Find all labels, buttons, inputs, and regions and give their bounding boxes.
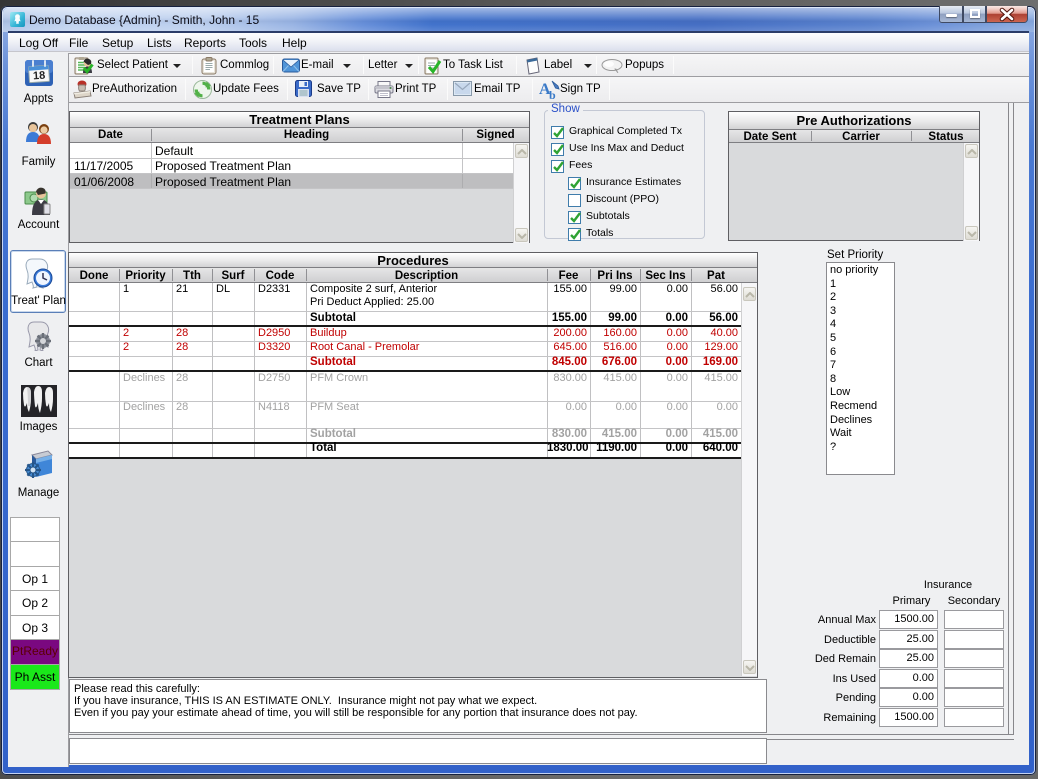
- svg-text:b: b: [549, 88, 556, 100]
- svg-text:18: 18: [33, 70, 46, 83]
